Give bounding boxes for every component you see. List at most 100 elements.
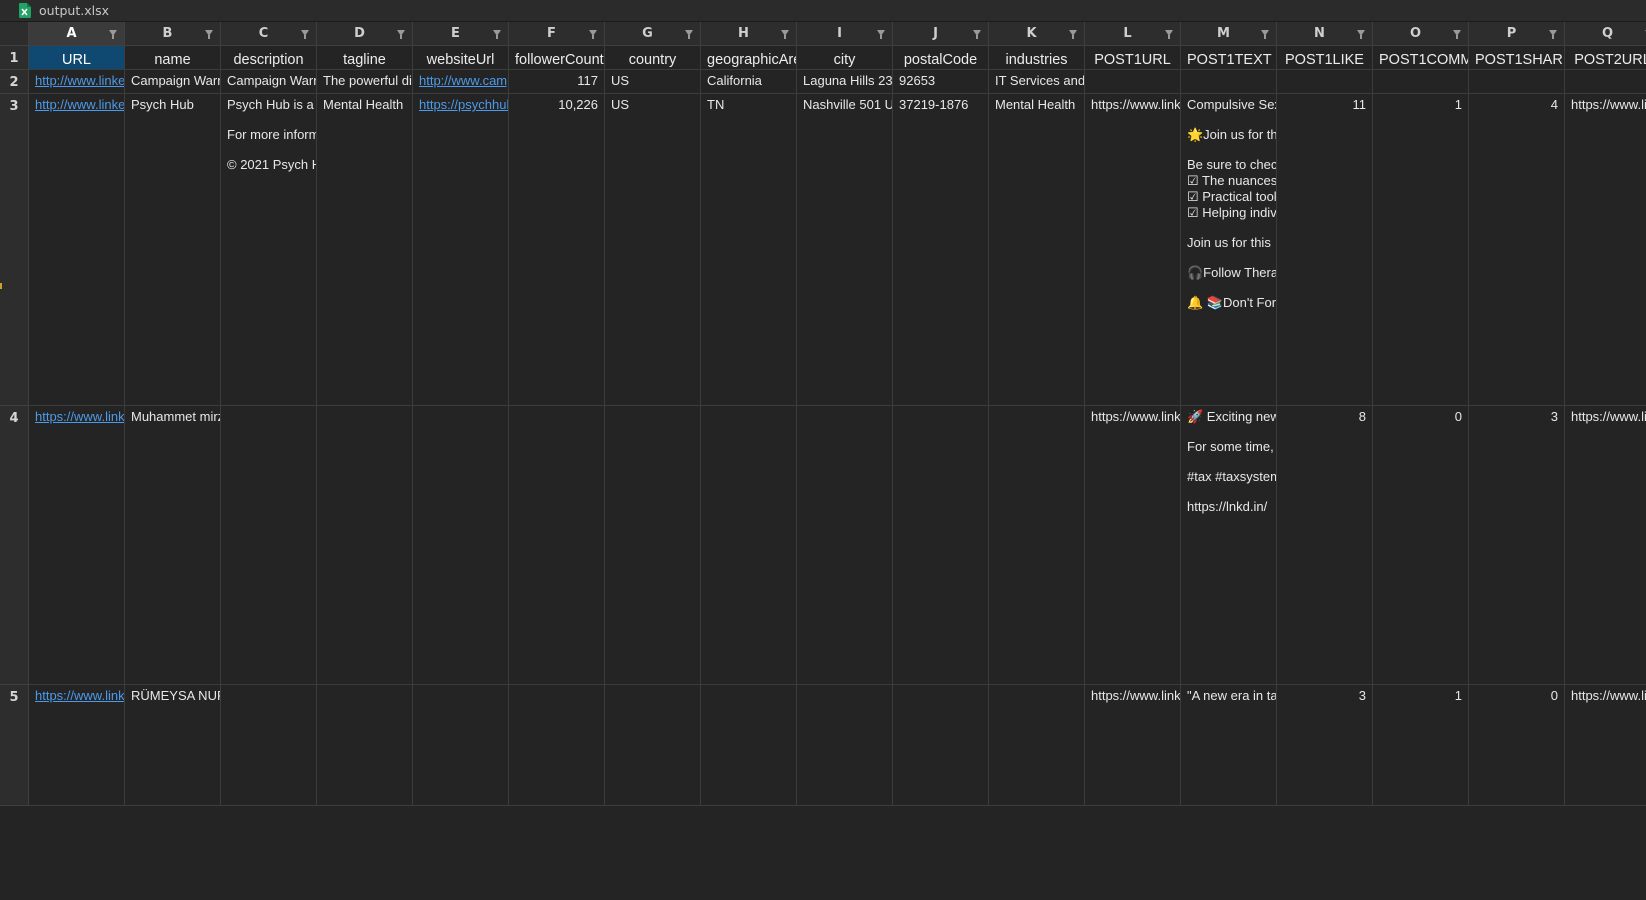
cell-m3[interactable]: Compulsive Sexual 🌟Join us for this Be sur… <box>1181 94 1277 406</box>
cell-n2[interactable] <box>1277 70 1373 94</box>
cell-c4[interactable] <box>221 406 317 685</box>
cell-q3[interactable]: https://www.linkedin.com <box>1565 94 1646 406</box>
filter-icon[interactable] <box>301 30 309 39</box>
cell-i4[interactable] <box>797 406 893 685</box>
column-title-websiteurl[interactable]: websiteUrl <box>413 46 509 70</box>
cell-e4[interactable] <box>413 406 509 685</box>
cell-g2[interactable]: US <box>605 70 701 94</box>
cell-f2[interactable]: 117 <box>509 70 605 94</box>
cell-n5[interactable]: 3 <box>1277 685 1373 806</box>
row-header-1[interactable]: 1 <box>0 46 29 70</box>
cell-p3[interactable]: 4 <box>1469 94 1565 406</box>
row-header-3[interactable]: 3 <box>0 94 29 406</box>
column-title-tagline[interactable]: tagline <box>317 46 413 70</box>
column-title-description[interactable]: description <box>221 46 317 70</box>
cell-j2[interactable]: 92653 <box>893 70 989 94</box>
filter-icon[interactable] <box>1357 30 1365 39</box>
column-header-l[interactable]: L <box>1085 22 1181 46</box>
column-header-f[interactable]: F <box>509 22 605 46</box>
cell-e3[interactable]: https://psychhub.com <box>413 94 509 406</box>
cell-l3[interactable]: https://www.linkedin.com <box>1085 94 1181 406</box>
column-header-k[interactable]: K <box>989 22 1085 46</box>
column-header-j[interactable]: J <box>893 22 989 46</box>
cell-p4[interactable]: 3 <box>1469 406 1565 685</box>
filter-icon[interactable] <box>397 30 405 39</box>
column-header-c[interactable]: C <box>221 22 317 46</box>
cell-g5[interactable] <box>605 685 701 806</box>
filter-icon[interactable] <box>205 30 213 39</box>
cell-n3[interactable]: 11 <box>1277 94 1373 406</box>
cell-k5[interactable] <box>989 685 1085 806</box>
cell-b3[interactable]: Psych Hub <box>125 94 221 406</box>
cell-i3[interactable]: Nashville 501 Union <box>797 94 893 406</box>
column-header-d[interactable]: D <box>317 22 413 46</box>
cell-e2[interactable]: http://www.campaignwarrior.com <box>413 70 509 94</box>
column-title-followercount[interactable]: followerCount <box>509 46 605 70</box>
cell-g4[interactable] <box>605 406 701 685</box>
cell-p2[interactable] <box>1469 70 1565 94</box>
cell-b4[interactable]: Muhammet mirza <box>125 406 221 685</box>
row-header-4[interactable]: 4 <box>0 406 29 685</box>
row-header-5[interactable]: 5 <box>0 685 29 806</box>
cell-m4[interactable]: 🚀 Exciting news For some time, #tax #taxsy… <box>1181 406 1277 685</box>
row-header-2[interactable]: 2 <box>0 70 29 94</box>
column-title-post1share[interactable]: POST1SHARE <box>1469 46 1565 70</box>
column-title-post1like[interactable]: POST1LIKE <box>1277 46 1373 70</box>
filter-icon[interactable] <box>1069 30 1077 39</box>
cell-d2[interactable]: The powerful digital <box>317 70 413 94</box>
column-title-industries[interactable]: industries <box>989 46 1085 70</box>
cell-k3[interactable]: Mental Health <box>989 94 1085 406</box>
cell-d5[interactable] <box>317 685 413 806</box>
filter-icon[interactable] <box>1261 30 1269 39</box>
column-title-url[interactable]: URL <box>29 46 125 70</box>
cell-k4[interactable] <box>989 406 1085 685</box>
column-title-country[interactable]: country <box>605 46 701 70</box>
column-header-g[interactable]: G <box>605 22 701 46</box>
hyperlink[interactable]: http://www.linkedin.com <box>35 73 124 88</box>
cell-q2[interactable] <box>1565 70 1646 94</box>
cell-m5[interactable]: "A new era in tax <box>1181 685 1277 806</box>
filter-icon[interactable] <box>589 30 597 39</box>
cell-a5[interactable]: https://www.linkedin.com <box>29 685 125 806</box>
filter-icon[interactable] <box>493 30 501 39</box>
column-header-p[interactable]: P <box>1469 22 1565 46</box>
column-header-n[interactable]: N <box>1277 22 1373 46</box>
cell-c2[interactable]: Campaign Warrior <box>221 70 317 94</box>
column-header-b[interactable]: B <box>125 22 221 46</box>
cell-c3[interactable]: Psych Hub is a For more information © 2021… <box>221 94 317 406</box>
cell-o4[interactable]: 0 <box>1373 406 1469 685</box>
cell-a3[interactable]: http://www.linkedin.com <box>29 94 125 406</box>
cell-o5[interactable]: 1 <box>1373 685 1469 806</box>
cell-f5[interactable] <box>509 685 605 806</box>
column-title-city[interactable]: city <box>797 46 893 70</box>
cell-i2[interactable]: Laguna Hills 23 <box>797 70 893 94</box>
cell-h2[interactable]: California <box>701 70 797 94</box>
cell-j4[interactable] <box>893 406 989 685</box>
filter-icon[interactable] <box>1165 30 1173 39</box>
cell-f4[interactable] <box>509 406 605 685</box>
filter-icon[interactable] <box>781 30 789 39</box>
column-title-geographicarea[interactable]: geographicArea <box>701 46 797 70</box>
cell-a4[interactable]: https://www.linkedin.com <box>29 406 125 685</box>
cell-d3[interactable]: Mental Health <box>317 94 413 406</box>
column-header-m[interactable]: M <box>1181 22 1277 46</box>
cell-b2[interactable]: Campaign Warrior <box>125 70 221 94</box>
cell-d4[interactable] <box>317 406 413 685</box>
filter-icon[interactable] <box>877 30 885 39</box>
hyperlink[interactable]: https://psychhub.com <box>419 97 508 112</box>
cell-n4[interactable]: 8 <box>1277 406 1373 685</box>
column-title-postalcode[interactable]: postalCode <box>893 46 989 70</box>
column-header-q[interactable]: Q <box>1565 22 1646 46</box>
cell-e5[interactable] <box>413 685 509 806</box>
hyperlink[interactable]: https://www.linkedin.com <box>35 409 124 424</box>
column-title-post2url[interactable]: POST2URL <box>1565 46 1646 70</box>
column-title-name[interactable]: name <box>125 46 221 70</box>
column-title-post1url[interactable]: POST1URL <box>1085 46 1181 70</box>
cell-j5[interactable] <box>893 685 989 806</box>
hyperlink[interactable]: https://www.linkedin.com <box>35 688 124 703</box>
cell-c5[interactable] <box>221 685 317 806</box>
cell-l2[interactable] <box>1085 70 1181 94</box>
column-header-i[interactable]: I <box>797 22 893 46</box>
column-header-a[interactable]: A <box>29 22 125 46</box>
cell-o2[interactable] <box>1373 70 1469 94</box>
